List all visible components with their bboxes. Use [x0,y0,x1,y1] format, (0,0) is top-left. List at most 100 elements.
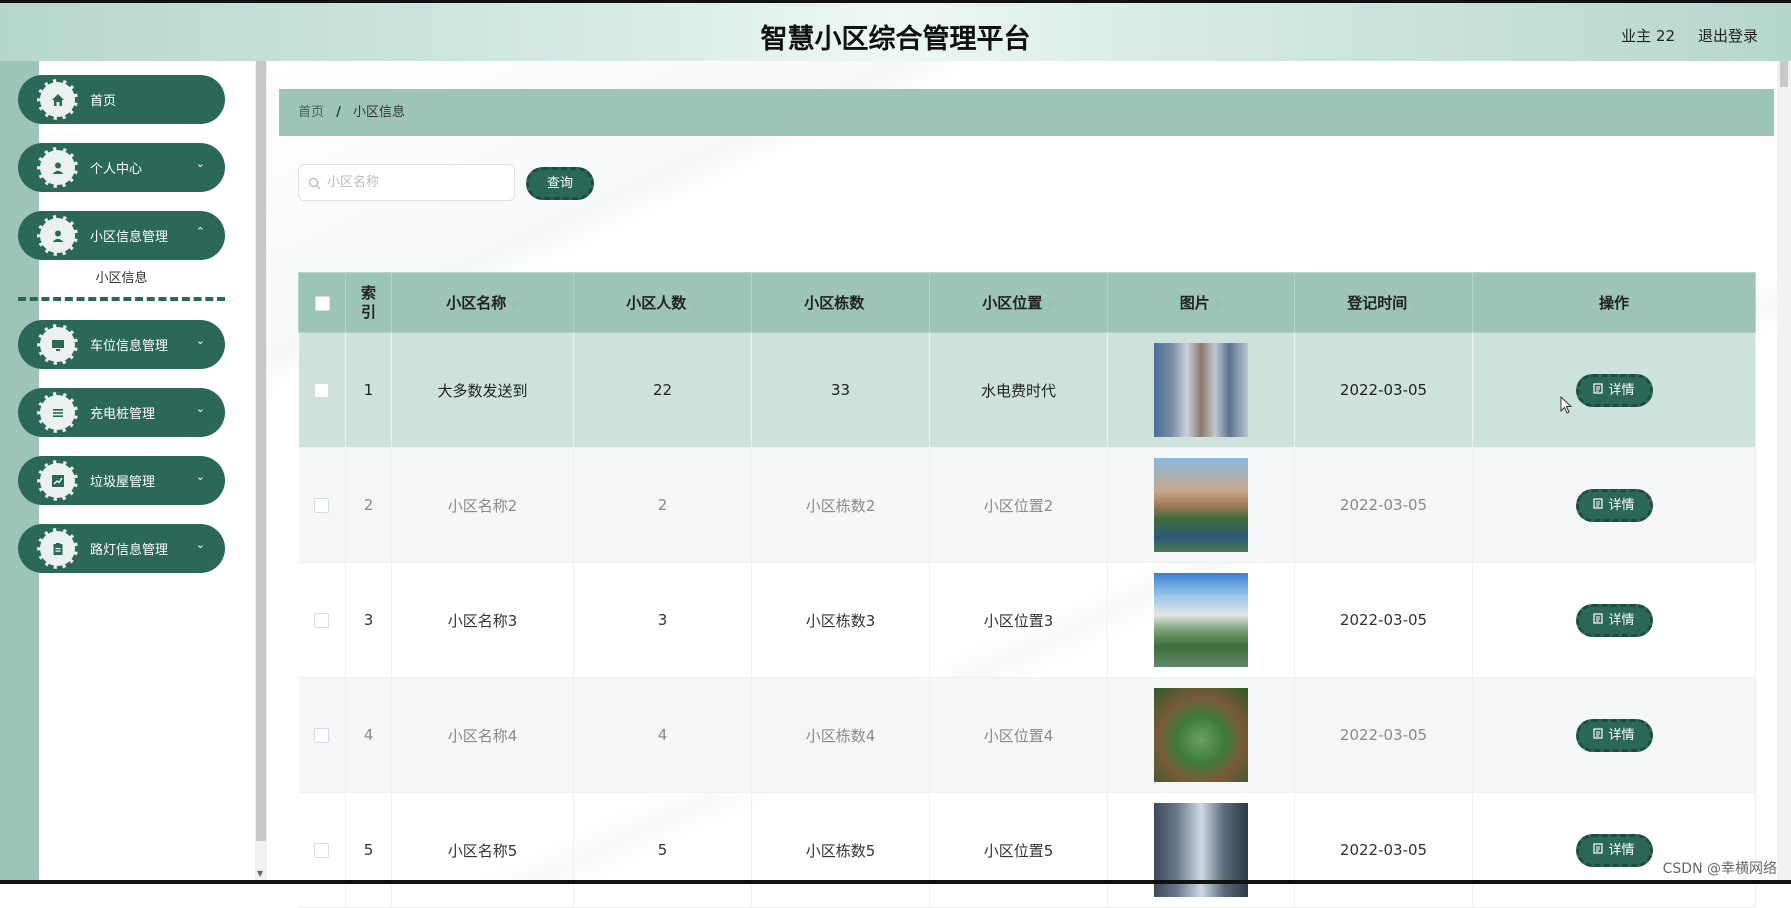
cell-index: 2 [345,447,392,563]
row-checkbox[interactable] [314,383,330,398]
breadcrumb: 首页 / 小区信息 [279,89,1774,136]
clipboard-icon [37,528,78,569]
sidebar-item-label: 路灯信息管理 [90,543,169,558]
cell-buildings: 小区栋数5 [751,792,930,908]
submenu-item-community-info[interactable]: 小区信息 [18,262,225,295]
document-icon [1593,377,1604,404]
cell-image [1107,562,1295,678]
mouse-cursor-icon [1560,395,1573,418]
main-scrollbar[interactable] [1777,61,1791,880]
sidebar-scrollbar[interactable]: ▼ [255,61,267,880]
sidebar-item-community-info-mgmt[interactable]: 小区信息管理 ⌃ [18,211,225,260]
cell-date: 2022-03-05 [1294,562,1473,678]
community-thumbnail[interactable] [1154,573,1248,667]
cell-people: 22 [573,332,752,448]
table-row[interactable]: 2 小区名称2 2 小区栋数2 小区位置2 2022-03-05 详情 [298,447,1756,563]
column-header-name[interactable]: 小区名称 ⇕ [391,272,574,333]
search-box [298,164,515,201]
chevron-up-icon: ⌃ [195,225,205,238]
cell-index: 3 [345,562,392,678]
cell-location: 小区位置4 [929,677,1108,793]
community-thumbnail[interactable] [1154,458,1248,552]
cell-index: 1 [345,332,392,448]
cell-actions: 详情 [1472,677,1756,793]
cell-date: 2022-03-05 [1294,677,1473,793]
cell-location: 水电费时代 [929,332,1108,448]
detail-button[interactable]: 详情 [1575,833,1653,867]
chart-icon [37,460,78,501]
watermark: CSDN @幸横网络 [1662,861,1777,877]
community-thumbnail[interactable] [1154,343,1248,437]
cell-actions: 详情 [1472,447,1756,563]
column-header-people[interactable]: 小区人数 ⇕ [573,272,752,333]
column-header-actions: 操作 [1472,272,1756,333]
document-icon [1593,722,1604,749]
breadcrumb-home[interactable]: 首页 [298,105,324,120]
sort-icon[interactable]: ⇕ [1046,300,1054,311]
sidebar-item-streetlight-mgmt[interactable]: 路灯信息管理 ⌄ [18,524,225,573]
cell-date: 2022-03-05 [1294,332,1473,448]
sidebar-item-label: 车位信息管理 [90,339,169,354]
column-header-location[interactable]: 小区位置 ⇕ [929,272,1108,333]
table-row[interactable]: 3 小区名称3 3 小区栋数3 小区位置3 2022-03-05 详情 [298,562,1756,678]
column-header-image[interactable]: 图片 ⇕ [1107,272,1295,333]
sidebar-item-parking-mgmt[interactable]: 车位信息管理 ⌄ [18,320,225,369]
sort-icon[interactable]: ⇕ [1411,300,1419,311]
cell-index: 5 [345,792,392,908]
table-row[interactable]: 1 大多数发送到 22 33 水电费时代 2022-03-05 详情 [298,332,1756,448]
page-title: 智慧小区综合管理平台 [760,24,1031,55]
chevron-down-icon: ⌄ [195,157,205,170]
cell-people: 2 [573,447,752,563]
sidebar-item-label: 首页 [90,94,117,109]
column-header-register-time[interactable]: 登记时间 ⇕ [1294,272,1473,333]
row-checkbox[interactable] [314,613,330,628]
breadcrumb-current: 小区信息 [353,105,406,120]
detail-button[interactable]: 详情 [1575,488,1653,522]
top-header: 智慧小区综合管理平台 业主 22 退出登录 [0,3,1791,61]
table-row[interactable]: 5 小区名称5 5 小区栋数5 小区位置5 2022-03-05 详情 [298,792,1756,908]
detail-button[interactable]: 详情 [1575,373,1653,407]
cell-index: 4 [345,677,392,793]
home-icon [37,79,78,120]
sort-icon[interactable]: ⇕ [868,300,876,311]
detail-button[interactable]: 详情 [1575,603,1653,637]
logout-link[interactable]: 退出登录 [1698,25,1758,46]
cell-location: 小区位置2 [929,447,1108,563]
document-icon [1593,837,1604,864]
cell-people: 3 [573,562,752,678]
cell-date: 2022-03-05 [1294,447,1473,563]
query-button[interactable]: 查询 [526,167,594,200]
main-scroll-thumb[interactable] [1780,61,1788,87]
sort-icon[interactable]: ⇕ [690,300,698,311]
sort-icon[interactable]: ⇕ [510,300,518,311]
chevron-down-icon: ⌄ [195,334,205,347]
row-checkbox[interactable] [314,843,330,858]
table-header-row: 索引 小区名称 ⇕ 小区人数 ⇕ 小区栋数 ⇕ 小区位置 ⇕ 图片 ⇕ 登记时间 ⇕ 操作 [298,272,1756,333]
column-header-buildings[interactable]: 小区栋数 ⇕ [751,272,930,333]
row-checkbox[interactable] [314,728,330,743]
cell-actions: 详情 [1472,332,1756,448]
sidebar-item-home[interactable]: 首页 [18,75,225,124]
search-input[interactable] [327,165,507,200]
breadcrumb-separator: / [336,105,341,120]
cell-people: 4 [573,677,752,793]
select-all-checkbox[interactable] [314,295,330,311]
row-checkbox[interactable] [314,498,330,513]
table-row[interactable]: 4 小区名称4 4 小区栋数4 小区位置4 2022-03-05 详情 [298,677,1756,793]
sort-icon[interactable]: ⇕ [1214,300,1222,311]
sidebar-item-personal-center[interactable]: 个人中心 ⌄ [18,143,225,192]
community-thumbnail[interactable] [1154,688,1248,782]
document-icon [1593,607,1604,634]
cell-buildings: 小区栋数4 [751,677,930,793]
cell-name: 小区名称4 [391,677,574,793]
sidebar-scroll-thumb[interactable] [256,61,266,841]
cell-name: 小区名称2 [391,447,574,563]
detail-button[interactable]: 详情 [1575,718,1653,752]
sidebar-item-charging-pile-mgmt[interactable]: 充电桩管理 ⌄ [18,388,225,437]
scroll-down-arrow-icon[interactable]: ▼ [257,869,263,878]
cell-name: 小区名称5 [391,792,574,908]
sidebar-item-garbage-house-mgmt[interactable]: 垃圾屋管理 ⌄ [18,456,225,505]
cell-name: 小区名称3 [391,562,574,678]
cell-location: 小区位置5 [929,792,1108,908]
monitor-icon [37,324,78,365]
